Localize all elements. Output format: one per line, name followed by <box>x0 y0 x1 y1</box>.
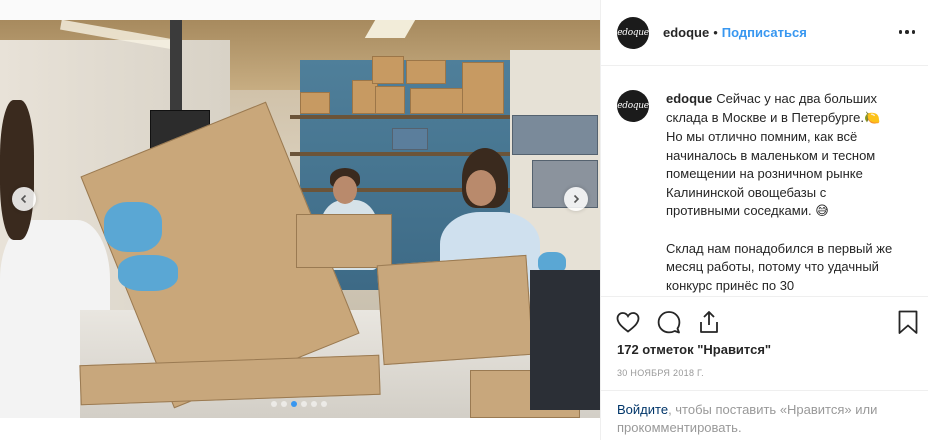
follow-button[interactable]: Подписаться <box>722 25 807 40</box>
caption-comment: edoque edoque Сейчас у нас два больших ск… <box>617 90 913 296</box>
header-separator: • <box>713 25 718 40</box>
post-photo[interactable] <box>0 20 600 418</box>
carousel-dot <box>301 401 307 407</box>
comment-icon[interactable] <box>656 309 682 335</box>
author-username[interactable]: edoque <box>663 25 709 40</box>
carousel-dot <box>281 401 287 407</box>
caption-text: edoque Сейчас у нас два больших склада в … <box>666 90 896 296</box>
caption-paragraph-1b: Но мы отлично помним, как всё начиналось… <box>666 129 876 218</box>
carousel-dot <box>311 401 317 407</box>
login-link[interactable]: Войдите <box>617 402 668 417</box>
carousel-dot <box>291 401 297 407</box>
carousel-dot <box>271 401 277 407</box>
caption-username[interactable]: edoque <box>666 91 712 106</box>
likes-count[interactable]: 172 отметок "Нравится" <box>617 342 771 357</box>
avatar[interactable]: edoque <box>617 16 649 49</box>
chevron-right-icon <box>573 194 580 204</box>
share-icon[interactable] <box>696 309 722 335</box>
post-sidebar: edoque edoque • Подписаться edoque edoqu… <box>600 0 928 440</box>
post-actions <box>601 296 928 342</box>
caption-avatar[interactable]: edoque <box>617 90 649 122</box>
caption-paragraph-2: Склад нам понадобился в первый же месяц … <box>666 240 893 293</box>
login-prompt: Войдите, чтобы поставить «Нравится» или … <box>601 390 928 440</box>
bookmark-icon[interactable] <box>895 309 921 335</box>
chevron-left-icon <box>20 194 27 204</box>
carousel-dot <box>321 401 327 407</box>
carousel-next-button[interactable] <box>564 187 588 211</box>
caption-area[interactable]: edoque edoque Сейчас у нас два больших ск… <box>601 76 928 296</box>
avatar-logo-text: edoque <box>617 27 649 38</box>
carousel-indicator <box>271 401 327 407</box>
post-date[interactable]: 30 НОЯБРЯ 2018 Г. <box>617 368 704 378</box>
sweat-smile-emoji-icon: 😅 <box>815 204 829 219</box>
heart-icon[interactable] <box>615 309 641 335</box>
avatar-logo-text: edoque <box>617 101 649 111</box>
carousel-prev-button[interactable] <box>12 187 36 211</box>
lemon-emoji-icon: 🍋 <box>863 110 881 126</box>
post-header: edoque edoque • Подписаться <box>601 0 928 66</box>
more-options-icon[interactable] <box>897 24 917 40</box>
